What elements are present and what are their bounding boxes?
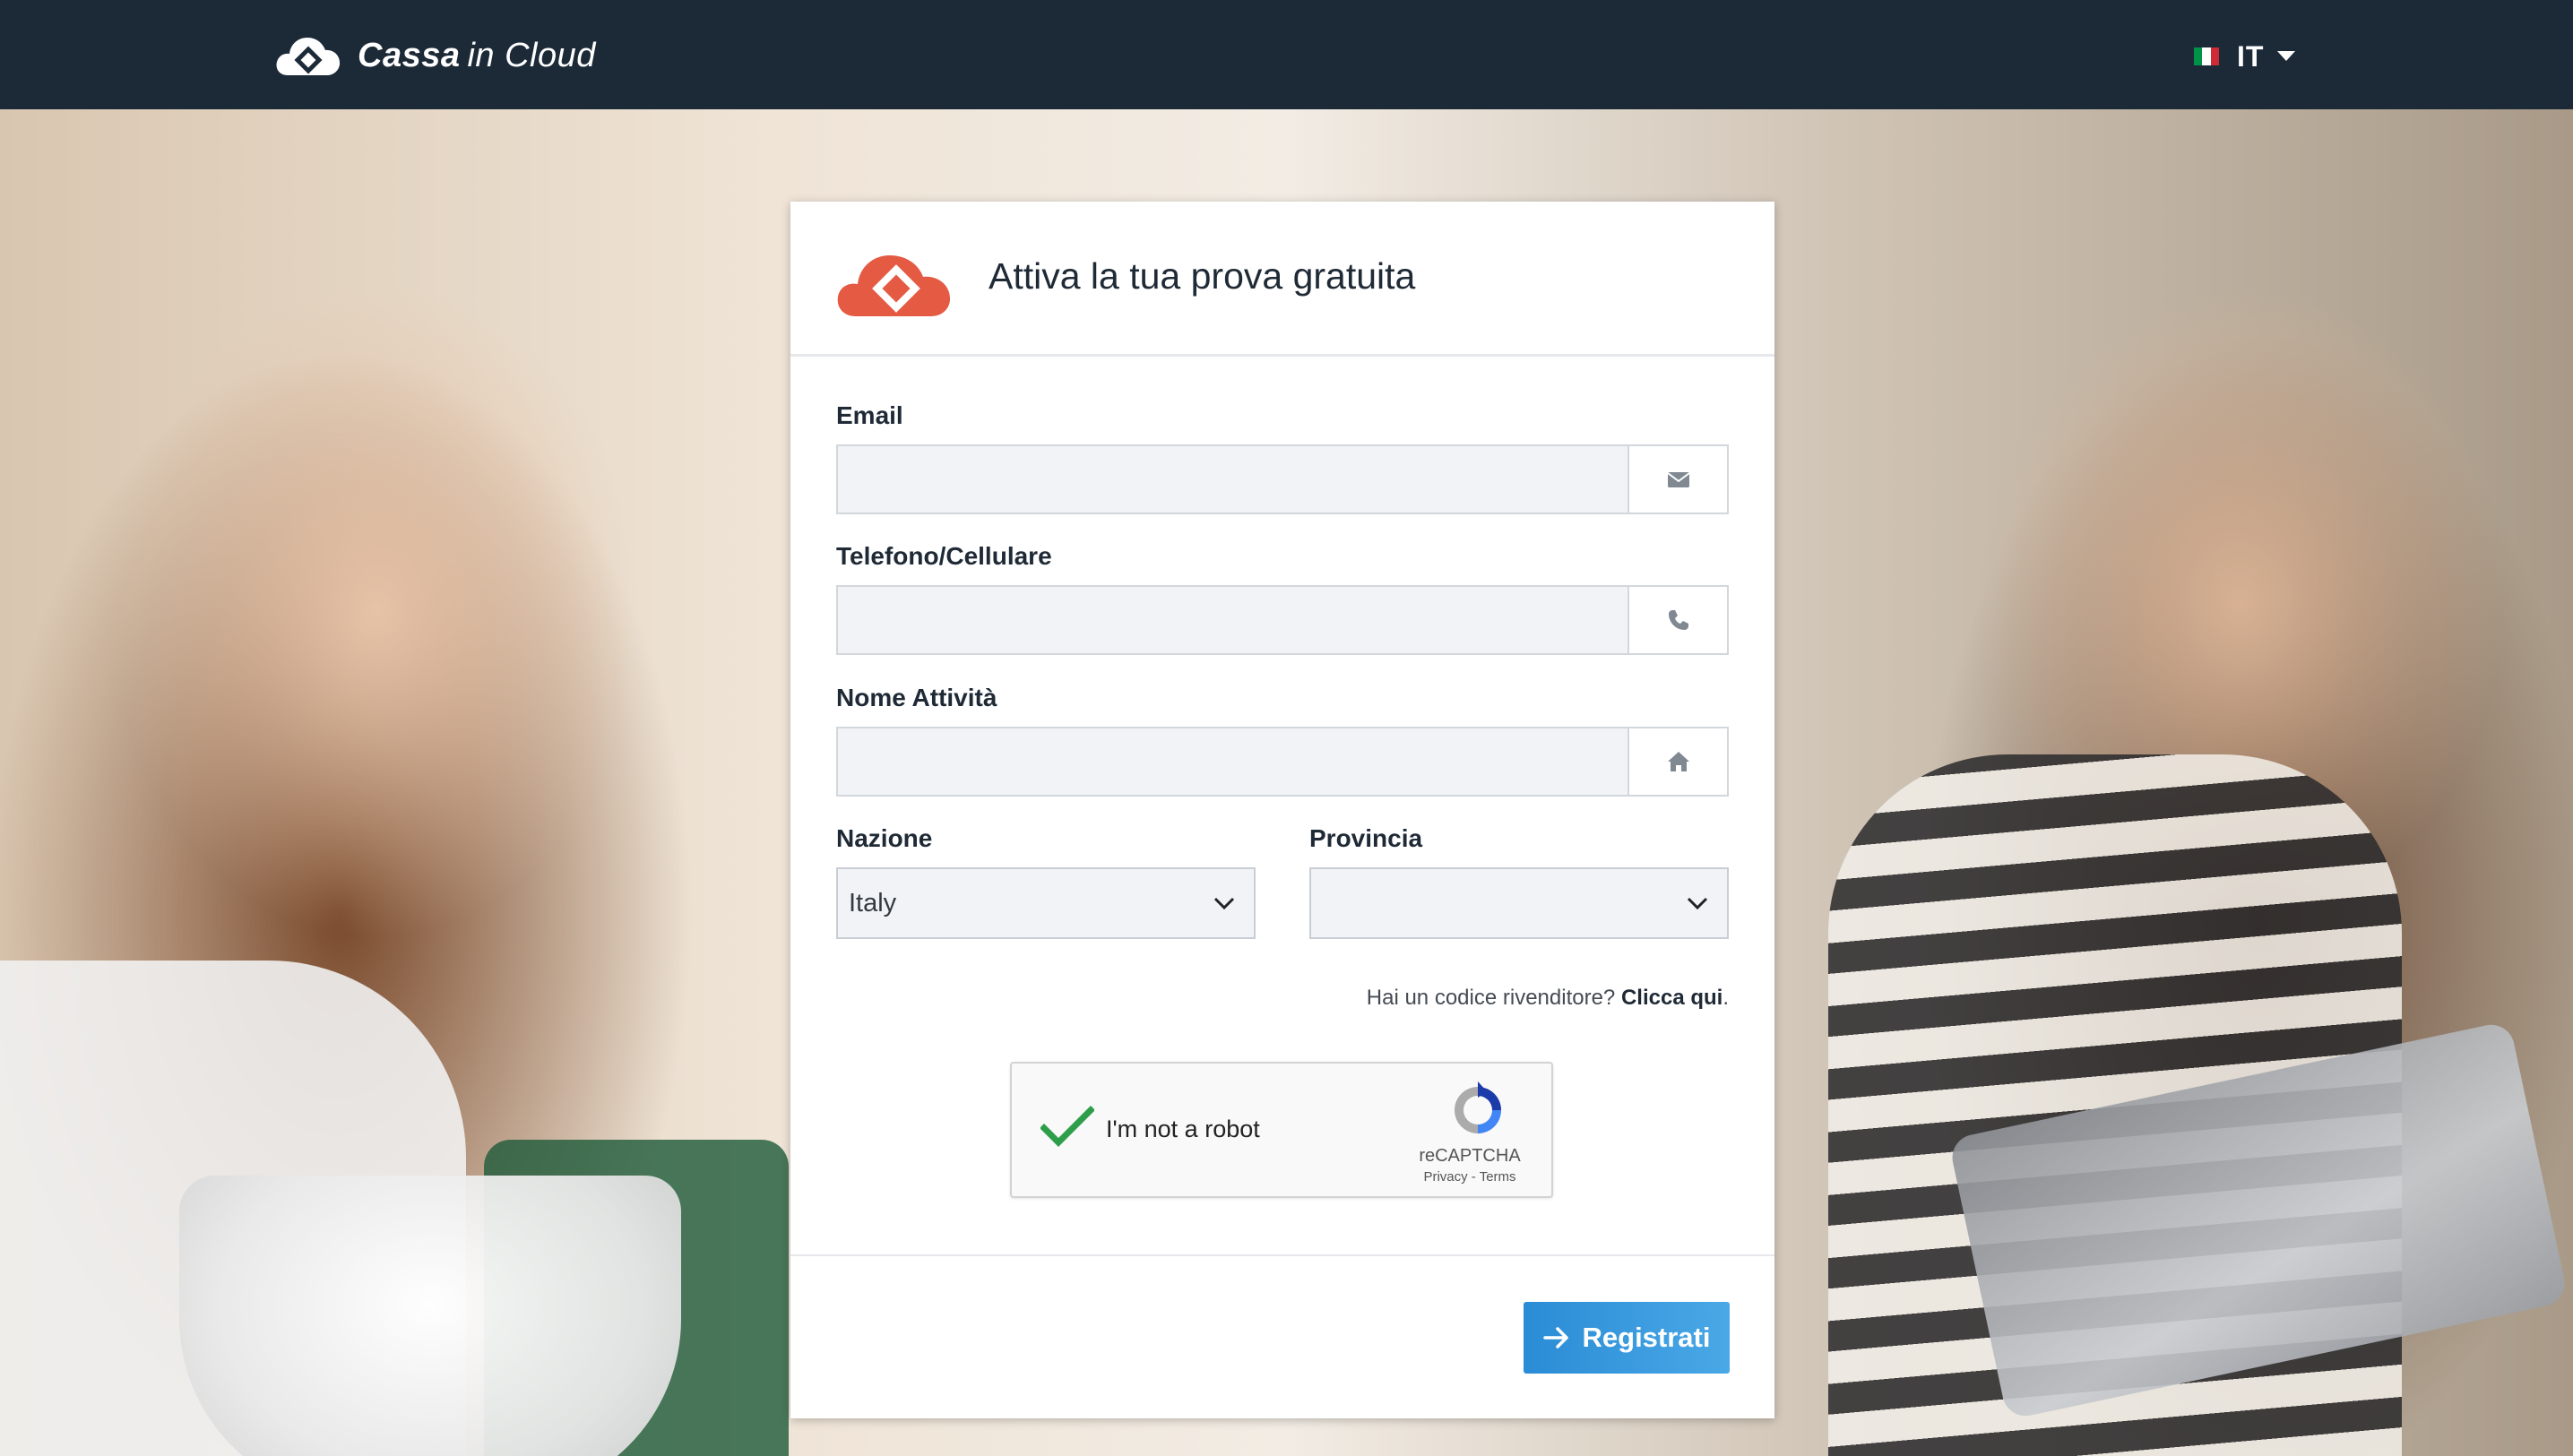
brand-primary: Cassa — [358, 36, 461, 74]
background-coffee-cup — [179, 1176, 681, 1456]
card-header: Attiva la tua prova gratuita — [790, 202, 1774, 357]
italy-flag-icon — [2194, 47, 2219, 65]
reseller-link[interactable]: Clicca qui — [1621, 986, 1723, 1010]
language-code: IT — [2237, 39, 2265, 73]
top-navigation-bar: Cassa in Cloud IT — [0, 0, 2573, 109]
phone-label: Telefono/Cellulare — [836, 542, 1052, 570]
register-button[interactable]: Registrati — [1524, 1302, 1730, 1374]
envelope-icon — [1666, 472, 1690, 487]
recaptcha-widget: I'm not a robot reCAPTCHA Privacy - Term… — [1010, 1062, 1553, 1198]
phone-input-group — [836, 585, 1729, 655]
phone-icon — [1668, 610, 1688, 630]
recaptcha-privacy-link[interactable]: Privacy — [1423, 1169, 1467, 1185]
recaptcha-links: Privacy - Terms — [1385, 1169, 1555, 1185]
cloud-logo-icon — [837, 255, 951, 316]
phone-field[interactable] — [838, 587, 1628, 653]
email-addon — [1628, 446, 1727, 513]
reseller-suffix: . — [1723, 986, 1729, 1010]
checkmark-icon[interactable] — [1040, 1105, 1094, 1150]
registration-card: Attiva la tua prova gratuita Email Telef… — [790, 202, 1774, 1418]
footer-divider — [790, 1254, 1774, 1256]
country-selected-value: Italy — [849, 888, 897, 918]
brand-logo[interactable]: Cassa in Cloud — [275, 30, 596, 81]
email-input-group — [836, 444, 1729, 514]
register-button-label: Registrati — [1582, 1322, 1711, 1353]
recaptcha-logo-icon — [1455, 1081, 1501, 1133]
caret-down-icon — [2277, 51, 2296, 61]
recaptcha-link-separator: - — [1467, 1169, 1480, 1185]
recaptcha-brand: reCAPTCHA — [1419, 1146, 1521, 1166]
cloud-logo-icon — [276, 38, 341, 75]
province-select[interactable] — [1309, 867, 1729, 939]
home-icon — [1667, 752, 1689, 771]
phone-addon — [1628, 587, 1727, 653]
page-title: Attiva la tua prova gratuita — [989, 255, 1416, 297]
brand-name: Cassa in Cloud — [358, 37, 596, 75]
brand-secondary: in Cloud — [467, 36, 596, 74]
arrow-right-icon — [1542, 1327, 1568, 1348]
reseller-question: Hai un codice rivenditore? — [1366, 986, 1616, 1010]
province-label: Provincia — [1309, 824, 1423, 852]
chevron-down-icon — [1687, 897, 1708, 910]
email-field[interactable] — [838, 446, 1628, 513]
business-name-field[interactable] — [838, 728, 1628, 795]
recaptcha-terms-link[interactable]: Terms — [1480, 1169, 1516, 1185]
email-label: Email — [836, 401, 903, 429]
country-label: Nazione — [836, 824, 933, 852]
business-addon — [1628, 728, 1727, 795]
business-name-label: Nome Attività — [836, 684, 997, 711]
chevron-down-icon — [1213, 897, 1235, 910]
reseller-code-prompt: Hai un codice rivenditore? Clicca qui. — [1367, 986, 1729, 1011]
country-select[interactable]: Italy — [836, 867, 1256, 939]
business-input-group — [836, 727, 1729, 797]
language-selector[interactable]: IT — [2194, 36, 2296, 77]
recaptcha-label: I'm not a robot — [1106, 1116, 1260, 1142]
